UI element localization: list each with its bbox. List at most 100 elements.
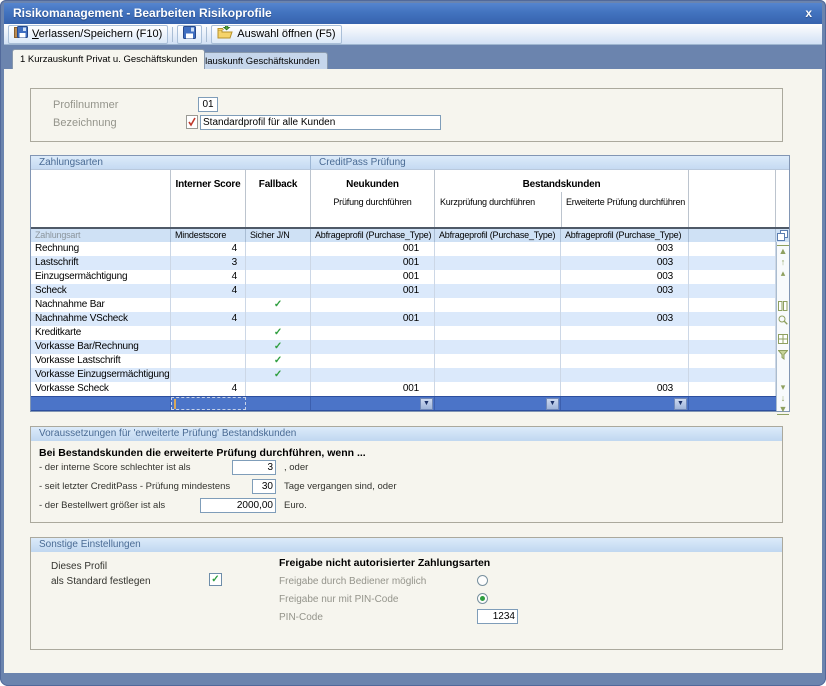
kurzpruefung-profil-cell[interactable] xyxy=(435,242,561,256)
new-row-selected[interactable]: ▼ ▼ ▼ xyxy=(31,396,776,411)
mindestscore-cell[interactable]: 3 xyxy=(171,256,246,270)
neukunden-profil-cell[interactable]: 001 xyxy=(311,270,435,284)
option-pin-radio[interactable] xyxy=(477,593,488,604)
fallback-cell[interactable] xyxy=(246,242,311,256)
erweitert-profil-cell[interactable]: 003 xyxy=(561,382,689,396)
kurzpruefung-profil-cell[interactable] xyxy=(435,270,561,284)
exit-save-button[interactable]: Verlassen/Speichern (F10) xyxy=(8,25,168,44)
table-row[interactable]: Lastschrift3 001 003 xyxy=(31,256,776,270)
row-extra-cell[interactable] xyxy=(689,242,776,256)
zahlungsart-cell[interactable]: Vorkasse Einzugsermächtigung xyxy=(31,368,171,382)
erweitert-profil-cell[interactable]: 003 xyxy=(561,312,689,326)
table-row[interactable]: Vorkasse Bar/Rechnung✓ xyxy=(31,340,776,354)
erweitert-profil-cell[interactable]: 003 xyxy=(561,242,689,256)
dropdown-kurzpruefung-icon[interactable]: ▼ xyxy=(546,398,559,410)
row-extra-cell[interactable] xyxy=(689,382,776,396)
scroll-bottom-icon[interactable]: ▼ xyxy=(777,404,789,415)
tab-kurzauskunft[interactable]: 1 Kurzauskunft Privat u. Geschäftskunden xyxy=(12,49,205,69)
open-selection-button[interactable]: Auswahl öffnen (F5) xyxy=(211,25,341,44)
profilnummer-input[interactable] xyxy=(198,97,218,112)
zahlungsart-cell[interactable]: Nachnahme VScheck xyxy=(31,312,171,326)
erweitert-profil-cell[interactable]: 003 xyxy=(561,284,689,298)
kurzpruefung-profil-cell[interactable] xyxy=(435,354,561,368)
fallback-cell[interactable]: ✓ xyxy=(246,340,311,354)
neukunden-profil-cell[interactable]: 001 xyxy=(311,256,435,270)
copy-icon[interactable] xyxy=(776,229,789,242)
table-row[interactable]: Einzugsermächtigung4 001 003 xyxy=(31,270,776,284)
mindestscore-cell[interactable]: 4 xyxy=(171,382,246,396)
row-extra-cell[interactable] xyxy=(689,397,776,410)
row-extra-cell[interactable] xyxy=(689,340,776,354)
table-row[interactable]: Scheck4 001 003 xyxy=(31,284,776,298)
erweitert-profil-cell[interactable]: 003 xyxy=(561,270,689,284)
dropdown-erweitert-icon[interactable]: ▼ xyxy=(674,398,687,410)
row-extra-cell[interactable] xyxy=(689,326,776,340)
kurzpruefung-profil-cell[interactable] xyxy=(435,284,561,298)
neukunden-profil-cell[interactable]: ▼ xyxy=(311,397,435,410)
zahlungsart-cell[interactable]: Kreditkarte xyxy=(31,326,171,340)
kurzpruefung-profil-cell[interactable] xyxy=(435,256,561,270)
zahlungsart-cell[interactable] xyxy=(31,397,171,410)
row-extra-cell[interactable] xyxy=(689,284,776,298)
zahlungsart-cell[interactable]: Rechnung xyxy=(31,242,171,256)
zahlungsart-cell[interactable]: Lastschrift xyxy=(31,256,171,270)
standard-profile-checkbox[interactable]: ✓ xyxy=(209,573,222,586)
dropdown-neukunden-icon[interactable]: ▼ xyxy=(420,398,433,410)
neukunden-profil-cell[interactable] xyxy=(311,326,435,340)
table-row[interactable]: Kreditkarte ✓ xyxy=(31,326,776,340)
kurzpruefung-profil-cell[interactable] xyxy=(435,382,561,396)
row-up-icon[interactable]: ↑ xyxy=(777,257,789,267)
fallback-cell[interactable] xyxy=(246,270,311,284)
row-extra-cell[interactable] xyxy=(689,298,776,312)
kurzpruefung-profil-cell[interactable] xyxy=(435,312,561,326)
grid-view-icon[interactable] xyxy=(777,334,789,346)
erweitert-profil-cell[interactable] xyxy=(561,326,689,340)
table-row[interactable]: Nachnahme Bar✓ xyxy=(31,298,776,312)
table-row[interactable]: Vorkasse Lastschrift✓ xyxy=(31,354,776,368)
zahlungsart-cell[interactable]: Vorkasse Scheck xyxy=(31,382,171,396)
zahlungsart-cell[interactable]: Einzugsermächtigung xyxy=(31,270,171,284)
fallback-cell[interactable] xyxy=(246,382,311,396)
days-threshold-input[interactable] xyxy=(252,479,276,494)
neukunden-profil-cell[interactable] xyxy=(311,298,435,312)
erweitert-profil-cell[interactable]: 003 xyxy=(561,256,689,270)
mindestscore-cell[interactable]: 4 xyxy=(171,270,246,284)
save-button[interactable] xyxy=(177,25,202,44)
table-row[interactable]: Vorkasse Scheck4 001 003 xyxy=(31,382,776,396)
fallback-cell[interactable]: ✓ xyxy=(246,368,311,382)
col-bestandskunden[interactable]: Bestandskunden Kurzprüfung durchführen E… xyxy=(435,170,689,227)
mindestscore-cell[interactable]: 4 xyxy=(171,242,246,256)
zahlungsart-cell[interactable]: Scheck xyxy=(31,284,171,298)
row-down-icon[interactable]: ↓ xyxy=(777,393,789,403)
neukunden-profil-cell[interactable] xyxy=(311,368,435,382)
row-extra-cell[interactable] xyxy=(689,256,776,270)
erweitert-profil-cell[interactable] xyxy=(561,340,689,354)
order-value-threshold-input[interactable] xyxy=(200,498,276,513)
table-row[interactable]: Nachnahme VScheck4 001 003 xyxy=(31,312,776,326)
mindestscore-cell[interactable]: 4 xyxy=(171,284,246,298)
erweitert-profil-cell[interactable] xyxy=(561,354,689,368)
fallback-cell[interactable]: ✓ xyxy=(246,326,311,340)
subcol-abfrageprofil-erweitert[interactable]: Abfrageprofil (Purchase_Type) xyxy=(561,229,689,242)
kurzpruefung-profil-cell[interactable] xyxy=(435,340,561,354)
kurzpruefung-profil-cell[interactable]: ▼ xyxy=(435,397,561,410)
subcol-mindestscore[interactable]: Mindestscore xyxy=(171,229,246,242)
close-icon[interactable]: x xyxy=(805,3,812,24)
kurzpruefung-profil-cell[interactable] xyxy=(435,298,561,312)
table-row[interactable]: Rechnung4 001 003 xyxy=(31,242,776,256)
fallback-cell[interactable]: ✓ xyxy=(246,298,311,312)
neukunden-profil-cell[interactable]: 001 xyxy=(311,312,435,326)
fallback-cell[interactable] xyxy=(246,312,311,326)
mindestscore-cell[interactable] xyxy=(171,298,246,312)
neukunden-profil-cell[interactable]: 001 xyxy=(311,382,435,396)
col-interner-score[interactable]: Interner Score xyxy=(171,170,246,227)
neukunden-profil-cell[interactable]: 001 xyxy=(311,284,435,298)
neukunden-profil-cell[interactable]: 001 xyxy=(311,242,435,256)
kurzpruefung-profil-cell[interactable] xyxy=(435,326,561,340)
mindestscore-cell[interactable] xyxy=(171,340,246,354)
kurzpruefung-profil-cell[interactable] xyxy=(435,368,561,382)
row-extra-cell[interactable] xyxy=(689,312,776,326)
neukunden-profil-cell[interactable] xyxy=(311,340,435,354)
fallback-cell[interactable] xyxy=(246,256,311,270)
mindestscore-cell[interactable]: 4 xyxy=(171,312,246,326)
